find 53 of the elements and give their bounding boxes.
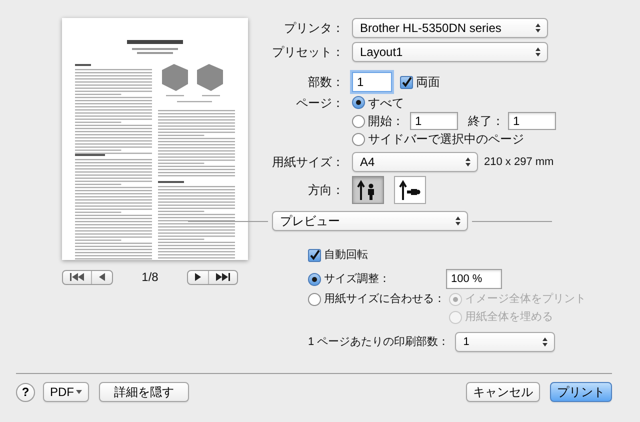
page-from-field[interactable]: 1 [410,112,458,130]
checkbox[interactable] [308,248,321,262]
field-label: 部数： [307,74,345,91]
preset-popup[interactable]: Layout1 [352,42,548,62]
pdf-menu-button[interactable]: PDF [43,382,89,402]
up-down-arrows-icon [535,47,541,57]
radio-button[interactable] [308,272,321,286]
radio-button[interactable] [352,96,365,109]
paper-size-popup[interactable]: A4 [352,152,478,172]
page-to-field[interactable]: 1 [508,112,556,130]
radio-label: すべて [368,94,404,112]
help-button[interactable]: ? [16,382,35,402]
section-popup[interactable]: プレビュー [272,211,468,231]
checkbox-label: 自動回転 [324,248,368,263]
first-page-icon [69,273,85,281]
field-label: ページ： [295,94,345,112]
copies-field[interactable]: 1 [352,72,392,92]
caret-icon [76,390,82,394]
page-indicator: 1/8 [140,269,160,286]
up-down-arrows-icon [535,23,541,33]
radio-label: 開始： [368,113,404,130]
portrait-button[interactable] [352,176,384,204]
up-down-arrows-icon [542,337,548,347]
cancel-button[interactable]: キャンセル [466,382,540,402]
previous-page-icon [98,273,106,281]
last-page-icon [215,273,231,281]
radio-label: サイズ調整： [324,272,390,287]
radio-label: サイドバーで選択中のページ [368,131,524,148]
pages-per-sheet-popup[interactable]: 1 [455,332,556,352]
scale-field[interactable]: 100 % [446,269,502,289]
hide-details-button[interactable]: 詳細を隠す [99,382,189,402]
radio-button[interactable] [308,292,321,306]
radio-button[interactable] [352,114,365,128]
field-label: プリセット： [271,44,345,61]
checkbox-label: 両面 [416,74,440,91]
next-page-icon [194,273,202,281]
field-label: 用紙サイズ： [271,154,345,171]
field-label: 方向： [307,182,345,199]
up-down-arrows-icon [465,157,471,167]
landscape-orientation-icon [398,178,422,202]
field-label: プリンタ： [283,20,345,37]
checkbox[interactable] [400,76,413,88]
landscape-button[interactable] [394,176,426,204]
field-label: 終了： [468,113,504,130]
printer-popup[interactable]: Brother HL-5350DN series [352,18,548,38]
paper-dimensions: 210 x 297 mm [484,154,554,170]
radio-label: 用紙サイズに合わせる： [324,292,445,307]
print-button[interactable]: プリント [550,382,612,402]
radio-button[interactable] [352,132,365,146]
field-label: 1 ページあたりの印刷部数： [308,334,450,350]
radio-label: 用紙全体を埋める [465,310,553,325]
up-down-arrows-icon [455,216,461,226]
radio-label: イメージ全体をプリント [465,292,586,307]
